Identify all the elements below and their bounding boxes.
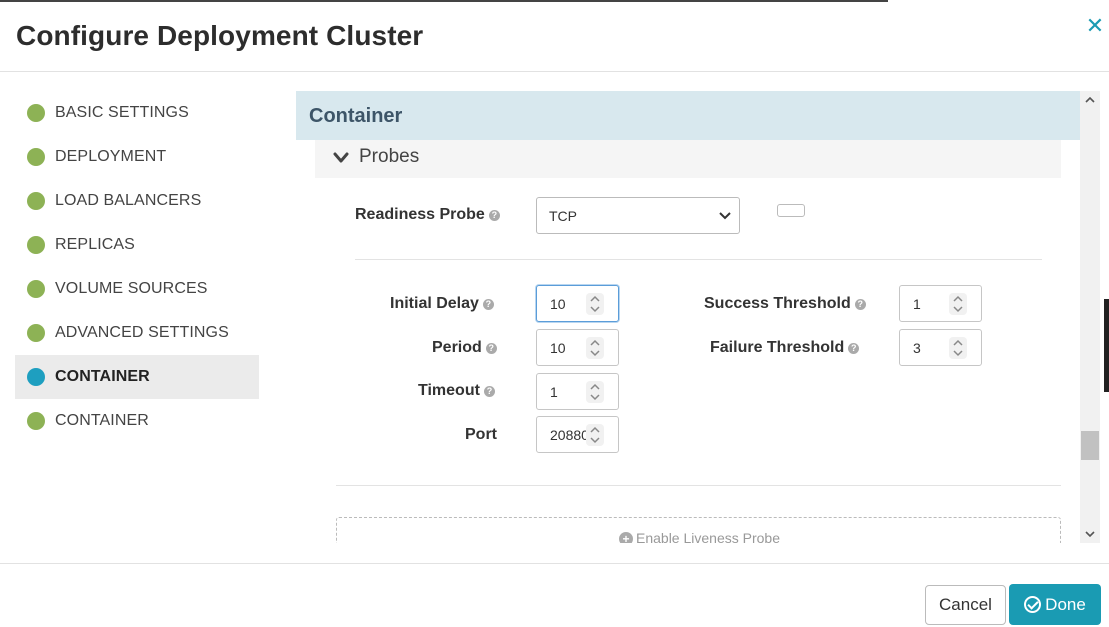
initial-delay-label-text: Initial Delay [390, 295, 479, 312]
chevron-down-icon [719, 212, 731, 220]
modal-title: Configure Deployment Cluster [16, 20, 424, 51]
success-threshold-value: 1 [913, 296, 921, 312]
number-spinner[interactable] [586, 424, 604, 446]
timeout-input[interactable]: 1 [536, 373, 619, 410]
probes-label: Probes [359, 146, 420, 167]
number-spinner[interactable] [586, 337, 604, 359]
spinner-arrows-icon [590, 383, 600, 401]
sidebar-item-load-balancers[interactable]: LOAD BALANCERS [15, 179, 259, 223]
modal-footer: Cancel Done [0, 563, 1109, 627]
timeout-label: Timeout? [418, 382, 495, 400]
sidebar-item-replicas[interactable]: REPLICAS [15, 223, 259, 267]
done-button[interactable]: Done [1009, 584, 1101, 625]
period-value: 10 [550, 340, 566, 356]
initial-delay-label: Initial Delay? [390, 295, 494, 313]
section-title: Container [309, 105, 403, 127]
enable-liveness-probe-button[interactable]: + Enable Liveness Probe [336, 517, 1061, 543]
form-content-pane: Container Probes Readiness Probe? TCP In… [296, 91, 1080, 543]
success-threshold-input[interactable]: 1 [899, 285, 982, 322]
sidebar-item-advanced-settings[interactable]: ADVANCED SETTINGS [15, 311, 259, 355]
probe-options-button[interactable] [777, 204, 805, 217]
configure-cluster-modal: Configure Deployment Cluster ✕ BASIC SET… [0, 0, 1109, 627]
readiness-probe-label: Readiness Probe? [355, 206, 500, 224]
plus-circle-icon: + [619, 532, 633, 543]
failure-threshold-label: Failure Threshold? [710, 339, 860, 357]
sidebar-item-label: DEPLOYMENT [55, 148, 167, 165]
failure-threshold-value: 3 [913, 340, 921, 356]
sidebar-item-container[interactable]: CONTAINER [15, 399, 259, 443]
window-edge-marker [1104, 299, 1109, 392]
initial-delay-value: 10 [550, 296, 566, 312]
section-header: Container [296, 91, 1080, 140]
spinner-arrows-icon [590, 426, 600, 444]
success-threshold-label-text: Success Threshold [704, 295, 851, 312]
modal-header: Configure Deployment Cluster ✕ [0, 0, 1109, 72]
step-complete-dot-icon [27, 148, 45, 166]
spinner-arrows-icon [953, 339, 963, 357]
sidebar-item-label: BASIC SETTINGS [55, 104, 189, 121]
spinner-arrows-icon [590, 295, 600, 313]
readiness-probe-select[interactable]: TCP [536, 197, 740, 234]
sidebar-item-label: REPLICAS [55, 236, 135, 253]
help-icon[interactable]: ? [483, 386, 495, 397]
port-value: 20880 [550, 427, 586, 443]
period-label-text: Period [432, 339, 482, 356]
done-label: Done [1045, 595, 1086, 614]
help-icon[interactable]: ? [488, 210, 500, 221]
period-label: Period? [432, 339, 497, 357]
sidebar-item-label: CONTAINER [55, 368, 150, 385]
chevron-down-icon [333, 152, 349, 163]
port-label: Port [465, 426, 497, 443]
success-threshold-label: Success Threshold? [704, 295, 866, 313]
step-active-dot-icon [27, 368, 45, 386]
timeout-label-text: Timeout [418, 382, 480, 399]
scroll-down-icon[interactable] [1084, 529, 1096, 539]
number-spinner[interactable] [949, 293, 967, 315]
readiness-probe-label-text: Readiness Probe [355, 206, 485, 223]
close-icon[interactable]: ✕ [1084, 14, 1106, 38]
sidebar-item-container-active[interactable]: CONTAINER [15, 355, 259, 399]
probes-collapsible-header[interactable]: Probes [315, 140, 1061, 178]
sidebar-item-label: LOAD BALANCERS [55, 192, 202, 209]
cancel-button[interactable]: Cancel [925, 585, 1006, 625]
sidebar-item-label: CONTAINER [55, 412, 149, 429]
help-icon[interactable]: ? [485, 343, 497, 354]
timeout-value: 1 [550, 384, 558, 400]
wizard-steps-sidebar: BASIC SETTINGS DEPLOYMENT LOAD BALANCERS… [15, 91, 259, 443]
step-complete-dot-icon [27, 192, 45, 210]
divider [336, 485, 1061, 486]
sidebar-item-label: ADVANCED SETTINGS [55, 324, 229, 341]
sidebar-item-volume-sources[interactable]: VOLUME SOURCES [15, 267, 259, 311]
initial-delay-input[interactable]: 10 [536, 285, 619, 322]
step-complete-dot-icon [27, 412, 45, 430]
spinner-arrows-icon [953, 295, 963, 313]
failure-threshold-input[interactable]: 3 [899, 329, 982, 366]
scroll-up-icon[interactable] [1084, 95, 1096, 105]
readiness-probe-value: TCP [549, 208, 577, 224]
content-scrollbar[interactable] [1080, 91, 1100, 543]
period-input[interactable]: 10 [536, 329, 619, 366]
help-icon[interactable]: ? [482, 299, 494, 310]
step-complete-dot-icon [27, 324, 45, 342]
help-icon[interactable]: ? [848, 343, 860, 354]
step-complete-dot-icon [27, 280, 45, 298]
step-complete-dot-icon [27, 236, 45, 254]
sidebar-item-deployment[interactable]: DEPLOYMENT [15, 135, 259, 179]
enable-liveness-row: + Enable Liveness Probe [337, 530, 1062, 543]
sidebar-item-basic-settings[interactable]: BASIC SETTINGS [15, 91, 259, 135]
port-input[interactable]: 20880 [536, 416, 619, 453]
failure-threshold-label-text: Failure Threshold [710, 339, 845, 356]
enable-liveness-label: Enable Liveness Probe [636, 530, 780, 543]
check-circle-icon [1024, 596, 1042, 613]
scrollbar-thumb[interactable] [1081, 431, 1099, 460]
help-icon[interactable]: ? [854, 299, 866, 310]
sidebar-item-label: VOLUME SOURCES [55, 280, 208, 297]
number-spinner[interactable] [949, 337, 967, 359]
step-complete-dot-icon [27, 104, 45, 122]
divider [355, 259, 1042, 260]
number-spinner[interactable] [586, 381, 604, 403]
spinner-arrows-icon [590, 339, 600, 357]
number-spinner[interactable] [586, 293, 604, 315]
